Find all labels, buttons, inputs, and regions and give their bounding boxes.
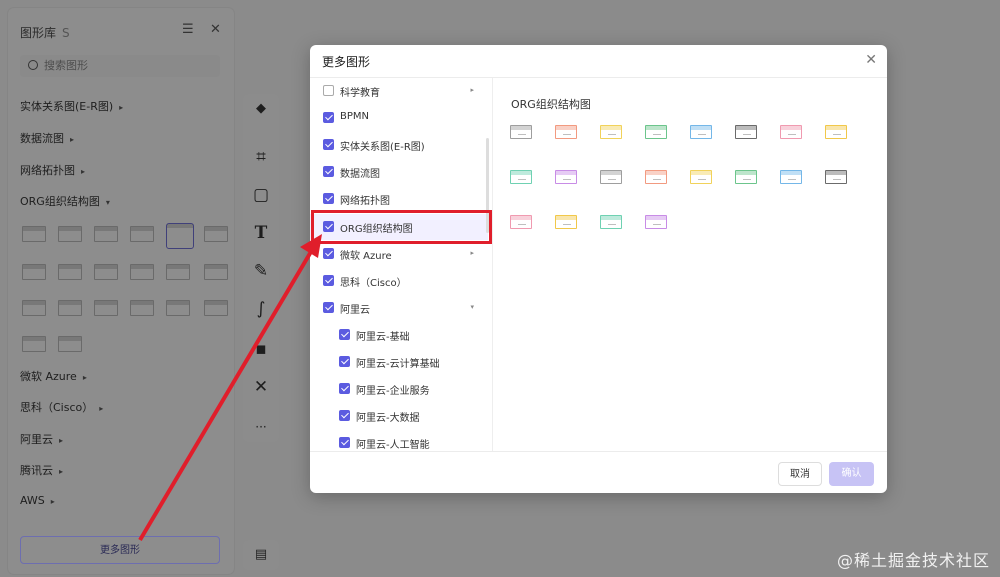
watermark: @稀土掘金技术社区 [836,551,990,570]
annotation-arrow [138,234,322,542]
